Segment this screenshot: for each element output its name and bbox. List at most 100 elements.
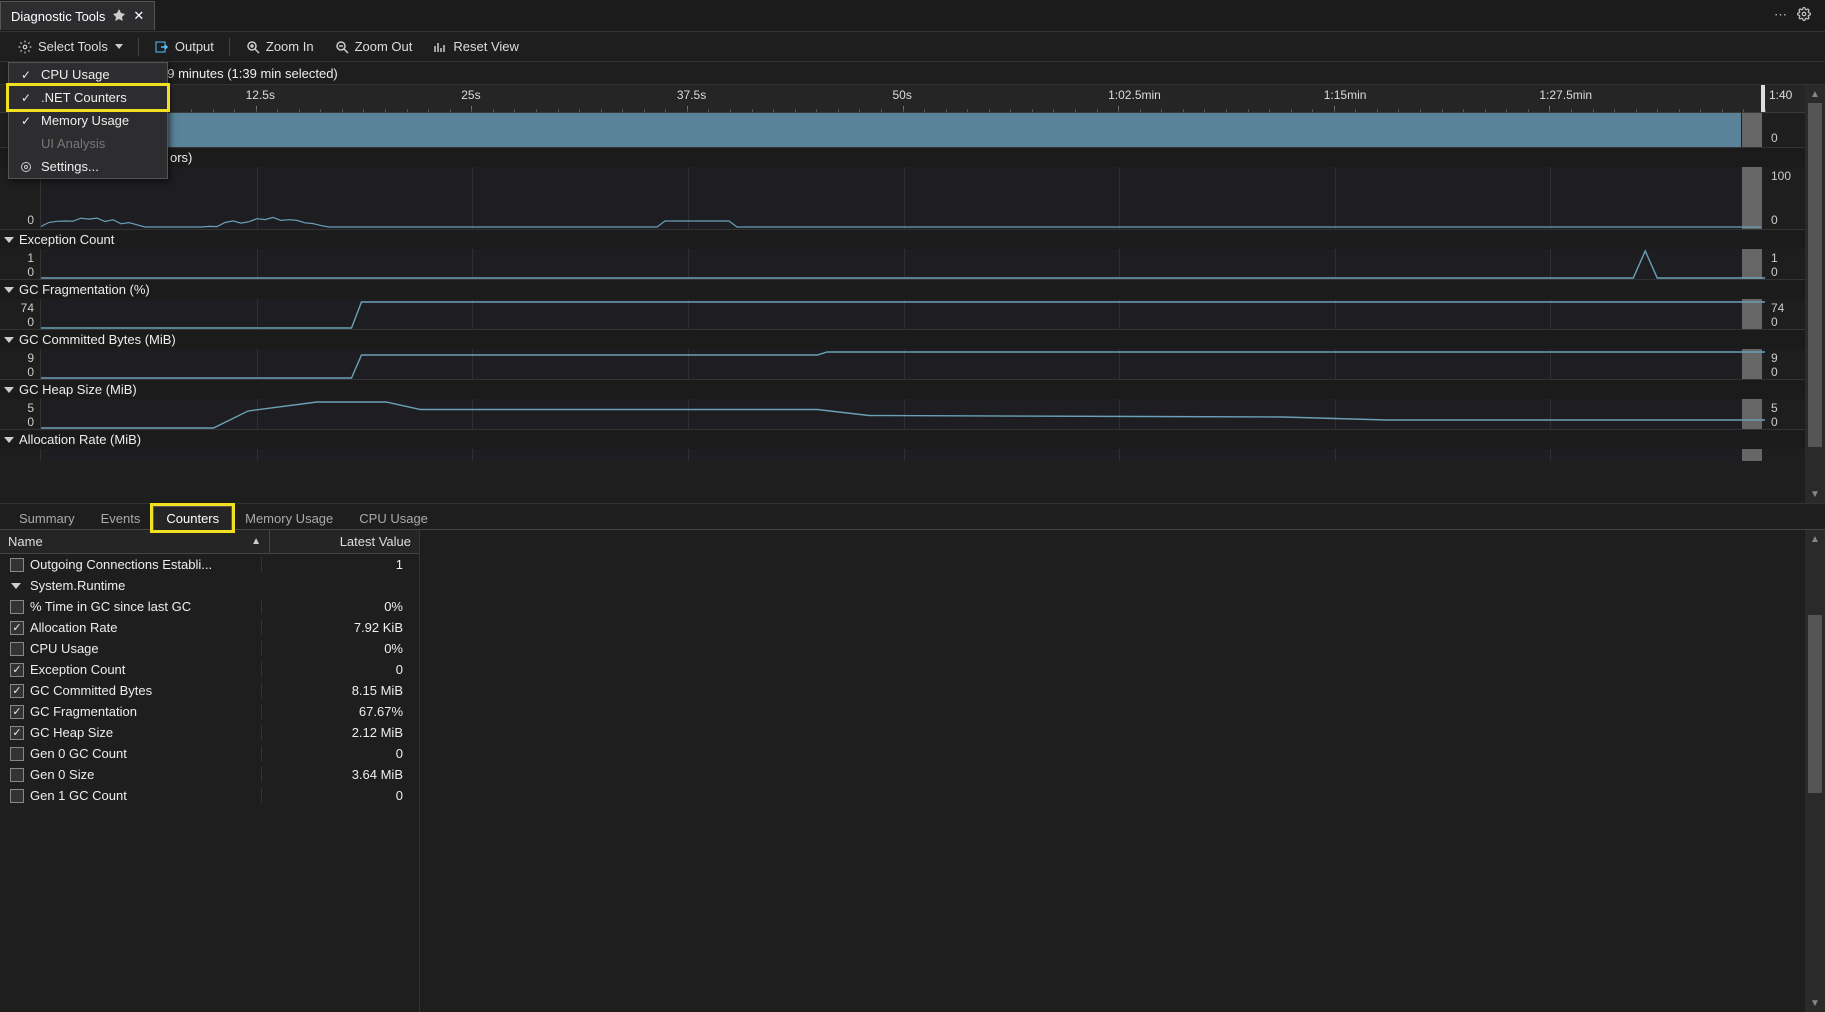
checkbox[interactable]	[10, 747, 24, 761]
charts-scrollbar[interactable]: ▲ ▼	[1805, 85, 1825, 503]
scroll-track[interactable]	[1805, 103, 1825, 485]
checkbox-cell[interactable]	[8, 642, 26, 656]
pin-icon[interactable]	[113, 9, 125, 24]
tab-summary[interactable]: Summary	[6, 506, 88, 530]
scroll-thumb[interactable]	[1808, 615, 1822, 793]
playhead-marker[interactable]	[1761, 85, 1765, 112]
checkbox-cell[interactable]	[8, 621, 26, 635]
settings-gear-icon[interactable]	[1797, 7, 1811, 24]
chart-header[interactable]: Allocation Rate (MiB)	[0, 429, 1805, 449]
window-title: Diagnostic Tools	[11, 9, 105, 24]
scroll-down-icon[interactable]: ▼	[1805, 485, 1825, 503]
table-row[interactable]: Gen 0 Size3.64 MiB	[0, 764, 419, 785]
menu-item-cpu-usage[interactable]: ✓CPU Usage	[9, 63, 167, 86]
row-name: Gen 0 Size	[30, 767, 261, 782]
checkbox[interactable]	[10, 684, 24, 698]
table-row[interactable]: GC Committed Bytes8.15 MiB	[0, 680, 419, 701]
chart-header-partial: ors)	[0, 147, 1805, 167]
chart-header[interactable]: GC Committed Bytes (MiB)	[0, 329, 1805, 349]
table-row[interactable]: Outgoing Connections Establi...1	[0, 554, 419, 575]
zoom-out-icon	[334, 39, 350, 55]
table-row[interactable]: Allocation Rate7.92 KiB	[0, 617, 419, 638]
sort-asc-icon: ▲	[251, 536, 261, 547]
zoom-in-button[interactable]: Zoom In	[236, 35, 323, 59]
window-tab[interactable]: Diagnostic Tools ✕	[0, 1, 155, 30]
col-value[interactable]: Latest Value	[269, 530, 419, 553]
row-value: 67.67%	[261, 704, 411, 719]
tick-label: 25s	[461, 88, 480, 102]
menu-item--net-counters[interactable]: ✓.NET Counters	[9, 86, 167, 109]
checkbox[interactable]	[10, 726, 24, 740]
table-row[interactable]: GC Fragmentation67.67%	[0, 701, 419, 722]
chart-title: GC Heap Size (MiB)	[19, 382, 137, 397]
session-text: 39 minutes (1:39 min selected)	[160, 66, 338, 81]
checkbox-cell[interactable]	[8, 663, 26, 677]
tab-cpu-usage[interactable]: CPU Usage	[346, 506, 441, 530]
row-value: 0%	[261, 599, 411, 614]
checkbox-cell[interactable]	[8, 747, 26, 761]
chart-row: ors)01000	[0, 147, 1805, 229]
checkbox[interactable]	[10, 768, 24, 782]
col-name-label: Name	[8, 534, 43, 549]
close-icon[interactable]: ✕	[133, 8, 144, 24]
select-tools-dropdown[interactable]: Select Tools	[8, 35, 132, 59]
scroll-up-icon[interactable]: ▲	[1805, 85, 1825, 103]
gear-icon	[17, 39, 33, 55]
timeline-ruler[interactable]: 12.5s25s37.5s50s1:02.5min1:15min1:27.5mi…	[0, 85, 1805, 113]
reset-view-button[interactable]: Reset View	[423, 35, 528, 59]
table-row[interactable]: CPU Usage0%	[0, 638, 419, 659]
row-value: 3.64 MiB	[261, 767, 411, 782]
row-value: 0	[261, 746, 411, 761]
menu-item-label: UI Analysis	[41, 136, 105, 151]
counters-scrollbar[interactable]: ▲ ▼	[1805, 530, 1825, 1012]
chart-header[interactable]: Exception Count	[0, 229, 1805, 249]
chart-header[interactable]: GC Fragmentation (%)	[0, 279, 1805, 299]
checkbox[interactable]	[10, 600, 24, 614]
chart-header[interactable]: GC Heap Size (MiB)	[0, 379, 1805, 399]
checkbox-cell[interactable]	[8, 789, 26, 803]
table-row[interactable]: Gen 1 GC Count0	[0, 785, 419, 806]
tick-label: 1:02.5min	[1108, 88, 1161, 102]
tick-label: 1:27.5min	[1539, 88, 1592, 102]
checkbox-cell[interactable]	[8, 726, 26, 740]
output-button[interactable]: Output	[145, 35, 223, 59]
checkbox[interactable]	[10, 621, 24, 635]
tick-label: 12.5s	[246, 88, 275, 102]
tab-memory-usage[interactable]: Memory Usage	[232, 506, 346, 530]
checkbox-cell[interactable]	[8, 705, 26, 719]
checkbox[interactable]	[10, 705, 24, 719]
table-row[interactable]: Exception Count0	[0, 659, 419, 680]
scroll-thumb[interactable]	[1808, 103, 1822, 447]
zoom-out-button[interactable]: Zoom Out	[325, 35, 422, 59]
checkbox-cell[interactable]	[8, 600, 26, 614]
checkbox[interactable]	[10, 789, 24, 803]
disclosure-icon	[11, 583, 21, 589]
table-row[interactable]: Gen 0 GC Count0	[0, 743, 419, 764]
chart-row: Exception Count1010	[0, 229, 1805, 279]
checkbox-cell[interactable]	[8, 768, 26, 782]
table-row[interactable]: GC Heap Size2.12 MiB	[0, 722, 419, 743]
more-icon[interactable]: ⋯	[1774, 7, 1787, 24]
table-row[interactable]: % Time in GC since last GC0%	[0, 596, 419, 617]
counters-table: Name ▲ Latest Value Outgoing Connections…	[0, 530, 420, 1012]
selection-bar[interactable]	[1742, 449, 1762, 461]
tab-events[interactable]: Events	[88, 506, 154, 530]
toolbar-separator	[138, 38, 139, 56]
scroll-up-icon[interactable]: ▲	[1805, 530, 1825, 548]
zoom-in-label: Zoom In	[266, 39, 314, 54]
menu-item-memory-usage[interactable]: ✓Memory Usage	[9, 109, 167, 132]
col-name[interactable]: Name ▲	[0, 530, 269, 553]
scroll-track[interactable]	[1805, 548, 1825, 994]
menu-item-settings-[interactable]: Settings...	[9, 155, 167, 178]
scroll-down-icon[interactable]: ▼	[1805, 994, 1825, 1012]
menu-item-label: Settings...	[41, 159, 99, 174]
tab-counters[interactable]: Counters	[153, 506, 232, 530]
selection-bar[interactable]	[1742, 113, 1762, 147]
checkbox-cell[interactable]	[8, 558, 26, 572]
table-category[interactable]: System.Runtime	[0, 575, 419, 596]
checkbox[interactable]	[10, 642, 24, 656]
checkbox[interactable]	[10, 558, 24, 572]
checkbox-cell[interactable]	[8, 684, 26, 698]
menu-item-label: .NET Counters	[41, 90, 127, 105]
checkbox[interactable]	[10, 663, 24, 677]
